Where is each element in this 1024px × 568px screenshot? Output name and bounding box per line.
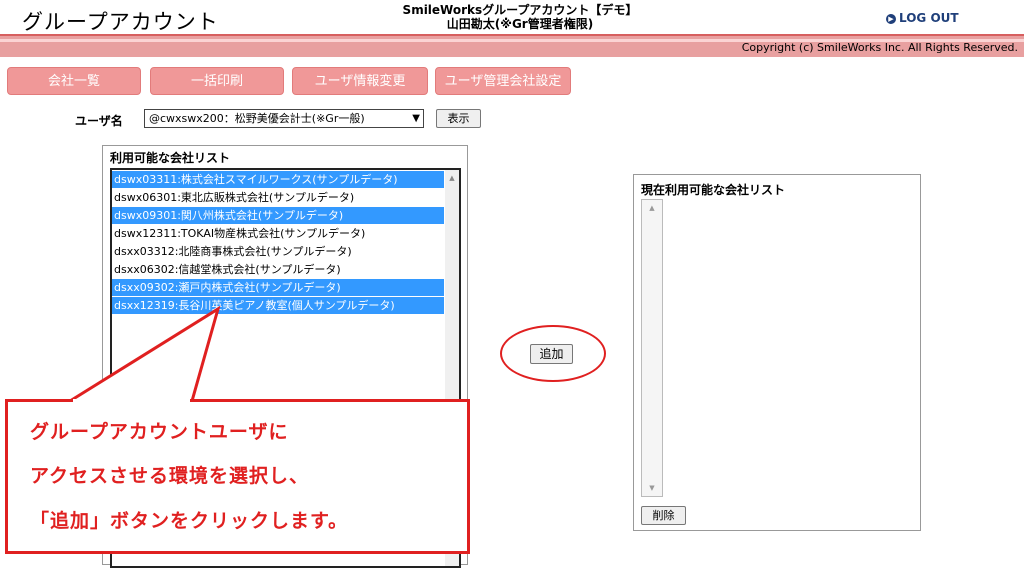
company-list-option[interactable]: dsxx03312:北陸商事株式会社(サンプルデータ)	[112, 243, 444, 260]
logout-link[interactable]: ▶ LOG OUT	[886, 11, 959, 25]
user-select-value: @cwxswx200：松野美優会計士(※Gr一般)	[149, 112, 365, 125]
copyright: Copyright (c) SmileWorks Inc. All Rights…	[741, 41, 1018, 54]
account-title: SmileWorksグループアカウント【デモ】 山田勘太(※Gr管理者権限)	[300, 3, 740, 31]
company-list-option[interactable]: dsxx09302:瀬戸内株式会社(サンプルデータ)	[112, 279, 444, 296]
callout-line-3: 「追加」ボタンをクリックします。	[30, 510, 349, 532]
nav-batch-print-button[interactable]: 一括印刷	[150, 67, 284, 95]
company-list-option[interactable]: dswx09301:関八州株式会社(サンプルデータ)	[112, 207, 444, 224]
user-select[interactable]: @cwxswx200：松野美優会計士(※Gr一般) ▼	[144, 109, 424, 128]
account-name: SmileWorksグループアカウント【デモ】	[402, 3, 638, 17]
callout-line-2: アクセスさせる環境を選択し、	[30, 465, 310, 487]
callout-line-1: グループアカウントユーザに	[30, 421, 289, 443]
add-button-highlight-circle	[500, 325, 606, 382]
chevron-down-icon: ▼	[412, 113, 420, 124]
scroll-up-icon[interactable]: ▲	[642, 204, 662, 212]
header: グループアカウント SmileWorksグループアカウント【デモ】 山田勘太(※…	[0, 0, 1024, 36]
logout-label: LOG OUT	[899, 11, 959, 25]
nav-user-admin-settings-button[interactable]: ユーザ管理会社設定	[435, 67, 571, 95]
company-list-option[interactable]: dswx06301:東北広販株式会社(サンプルデータ)	[112, 189, 444, 206]
nav-user-info-button[interactable]: ユーザ情報変更	[292, 67, 428, 95]
show-button[interactable]: 表示	[436, 109, 481, 128]
delete-button[interactable]: 削除	[641, 506, 686, 525]
available-list-title: 利用可能な会社リスト	[110, 151, 231, 165]
current-list-title: 現在利用可能な会社リスト	[641, 183, 786, 197]
instruction-callout: グループアカウントユーザに アクセスさせる環境を選択し、 「追加」ボタンをクリッ…	[5, 399, 470, 554]
current-user: 山田勘太(※Gr管理者権限)	[446, 17, 594, 31]
current-company-panel	[633, 174, 921, 531]
nav-company-list-button[interactable]: 会社一覧	[7, 67, 141, 95]
app-title: グループアカウント	[22, 10, 219, 34]
company-list-option[interactable]: dswx03311:株式会社スマイルワークス(サンプルデータ)	[112, 171, 444, 188]
current-company-listbox[interactable]: ▲ ▼	[641, 199, 663, 497]
company-list-option[interactable]: dsxx06302:信越堂株式会社(サンプルデータ)	[112, 261, 444, 278]
scroll-down-icon[interactable]: ▼	[642, 484, 662, 492]
company-list-option[interactable]: dsxx12319:長谷川英美ピアノ教室(個人サンプルデータ)	[112, 297, 444, 314]
company-list-option[interactable]: dswx12311:TOKAI物産株式会社(サンプルデータ)	[112, 225, 444, 242]
scroll-up-icon[interactable]: ▲	[445, 174, 459, 182]
user-name-label: ユーザ名	[75, 114, 123, 128]
logout-icon: ▶	[886, 14, 896, 24]
header-bar: Copyright (c) SmileWorks Inc. All Rights…	[0, 34, 1024, 57]
